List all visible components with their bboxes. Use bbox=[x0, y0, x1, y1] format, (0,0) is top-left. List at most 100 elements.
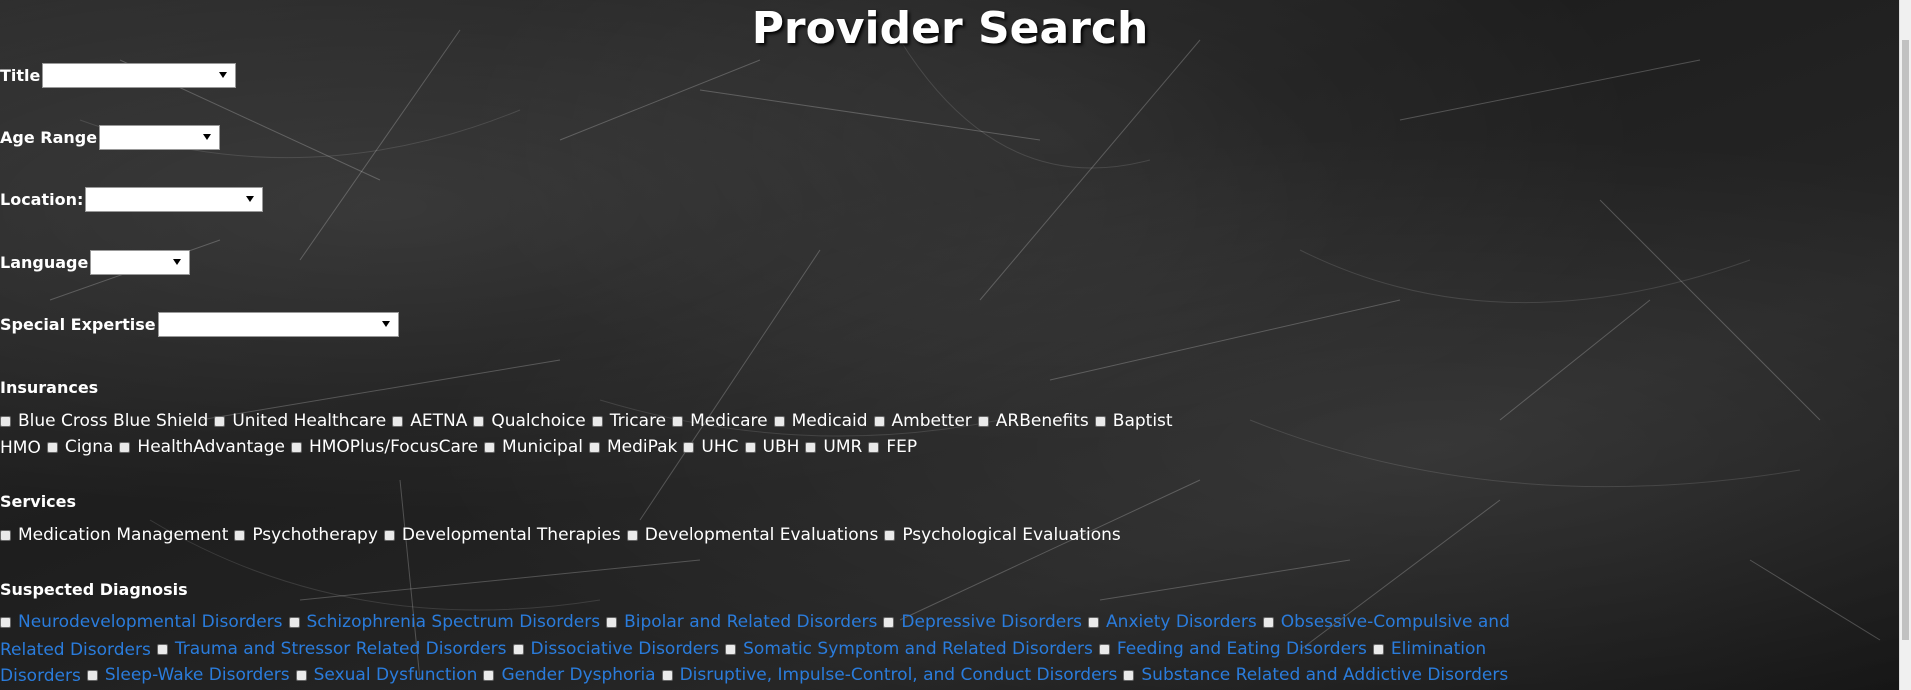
checkbox[interactable] bbox=[883, 616, 895, 628]
checkbox-option[interactable]: Developmental Therapies bbox=[383, 522, 621, 548]
diagnosis-link[interactable]: Feeding and Eating Disorders bbox=[1117, 636, 1367, 662]
special-expertise-select[interactable] bbox=[157, 312, 399, 337]
checkbox[interactable] bbox=[744, 441, 756, 453]
diagnosis-option[interactable]: Disorders bbox=[0, 663, 81, 689]
age-range-select[interactable] bbox=[99, 125, 221, 150]
checkbox-option[interactable]: Ambetter bbox=[873, 408, 972, 434]
checkbox-option[interactable]: Medicare bbox=[672, 408, 768, 434]
diagnosis-option[interactable]: Sleep-Wake Disorders bbox=[86, 662, 290, 688]
diagnosis-link[interactable]: Trauma and Stressor Related Disorders bbox=[175, 636, 507, 662]
diagnosis-option[interactable]: Bipolar and Related Disorders bbox=[606, 609, 877, 635]
checkbox[interactable] bbox=[392, 415, 404, 427]
language-select[interactable] bbox=[90, 250, 191, 275]
checkbox[interactable] bbox=[234, 529, 246, 541]
checkbox[interactable] bbox=[0, 415, 11, 427]
location-select[interactable] bbox=[85, 187, 264, 212]
diagnosis-link[interactable]: Disruptive, Impulse-Control, and Conduct… bbox=[680, 662, 1118, 688]
diagnosis-link[interactable]: Elimination bbox=[1391, 636, 1486, 662]
checkbox[interactable] bbox=[46, 441, 58, 453]
vertical-scrollbar[interactable] bbox=[1899, 0, 1911, 690]
diagnosis-link[interactable]: Dissociative Disorders bbox=[531, 636, 720, 662]
checkbox[interactable] bbox=[1262, 616, 1274, 628]
checkbox[interactable] bbox=[383, 529, 395, 541]
checkbox[interactable] bbox=[1372, 643, 1384, 655]
checkbox[interactable] bbox=[683, 441, 695, 453]
checkbox-option[interactable]: United Healthcare bbox=[214, 408, 386, 434]
diagnosis-link[interactable]: Disorders bbox=[0, 663, 81, 689]
checkbox-option[interactable]: Qualchoice bbox=[473, 408, 586, 434]
diagnosis-link[interactable]: Somatic Symptom and Related Disorders bbox=[743, 636, 1093, 662]
checkbox-option[interactable]: Baptist bbox=[1094, 408, 1173, 434]
checkbox-option[interactable]: Psychological Evaluations bbox=[884, 522, 1121, 548]
checkbox[interactable] bbox=[0, 529, 11, 541]
checkbox[interactable] bbox=[773, 415, 785, 427]
checkbox[interactable] bbox=[295, 669, 307, 681]
checkbox-option[interactable]: MediPak bbox=[589, 434, 677, 460]
diagnosis-option[interactable]: Depressive Disorders bbox=[883, 609, 1082, 635]
checkbox[interactable] bbox=[661, 669, 673, 681]
checkbox[interactable] bbox=[512, 643, 524, 655]
diagnosis-link[interactable]: Anxiety Disorders bbox=[1106, 609, 1257, 635]
diagnosis-option[interactable]: Related Disorders bbox=[0, 637, 151, 663]
checkbox[interactable] bbox=[214, 415, 226, 427]
checkbox[interactable] bbox=[977, 415, 989, 427]
title-select[interactable] bbox=[42, 63, 237, 88]
diagnosis-option[interactable]: Neurodevelopmental Disorders bbox=[0, 609, 283, 635]
checkbox[interactable] bbox=[484, 441, 496, 453]
diagnosis-link[interactable]: Substance Related and Addictive Disorder… bbox=[1141, 662, 1508, 688]
checkbox[interactable] bbox=[1094, 415, 1106, 427]
diagnosis-link[interactable]: Depressive Disorders bbox=[901, 609, 1082, 635]
checkbox-option[interactable]: UMR bbox=[805, 434, 862, 460]
checkbox[interactable] bbox=[0, 616, 11, 628]
checkbox[interactable] bbox=[156, 643, 168, 655]
checkbox[interactable] bbox=[119, 441, 131, 453]
checkbox[interactable] bbox=[589, 441, 600, 453]
checkbox[interactable] bbox=[290, 441, 302, 453]
checkbox[interactable] bbox=[672, 415, 684, 427]
diagnosis-option[interactable]: Gender Dysphoria bbox=[483, 662, 656, 688]
checkbox[interactable] bbox=[725, 643, 737, 655]
diagnosis-option[interactable]: Disruptive, Impulse-Control, and Conduct… bbox=[661, 662, 1118, 688]
checkbox[interactable] bbox=[1123, 669, 1135, 681]
checkbox-option[interactable]: HealthAdvantage bbox=[119, 434, 285, 460]
checkbox[interactable] bbox=[1098, 643, 1110, 655]
checkbox-option[interactable]: UBH bbox=[744, 434, 799, 460]
checkbox-option[interactable]: Blue Cross Blue Shield bbox=[0, 408, 208, 434]
diagnosis-link[interactable]: Bipolar and Related Disorders bbox=[624, 609, 877, 635]
checkbox[interactable] bbox=[1088, 616, 1100, 628]
diagnosis-option[interactable]: Sexual Dysfunction bbox=[295, 662, 478, 688]
checkbox-option[interactable]: Cigna bbox=[46, 434, 113, 460]
checkbox[interactable] bbox=[805, 441, 817, 453]
checkbox[interactable] bbox=[868, 441, 880, 453]
scrollbar-thumb[interactable] bbox=[1902, 40, 1909, 640]
checkbox[interactable] bbox=[591, 415, 603, 427]
checkbox[interactable] bbox=[884, 529, 896, 541]
diagnosis-link[interactable]: Related Disorders bbox=[0, 637, 151, 663]
checkbox-option[interactable]: Medication Management bbox=[0, 522, 228, 548]
diagnosis-link[interactable]: Sexual Dysfunction bbox=[314, 662, 478, 688]
checkbox-option[interactable]: FEP bbox=[868, 434, 917, 460]
checkbox[interactable] bbox=[473, 415, 485, 427]
diagnosis-option[interactable]: Substance Related and Addictive Disorder… bbox=[1123, 662, 1508, 688]
diagnosis-option[interactable]: Elimination bbox=[1372, 636, 1486, 662]
checkbox-option[interactable]: AETNA bbox=[392, 408, 467, 434]
diagnosis-link[interactable]: Schizophrenia Spectrum Disorders bbox=[307, 609, 601, 635]
checkbox[interactable] bbox=[606, 616, 618, 628]
checkbox[interactable] bbox=[626, 529, 638, 541]
diagnosis-link[interactable]: Neurodevelopmental Disorders bbox=[18, 609, 283, 635]
diagnosis-option[interactable]: Dissociative Disorders bbox=[512, 636, 720, 662]
diagnosis-link[interactable]: Obsessive-Compulsive and bbox=[1281, 609, 1510, 635]
checkbox-option[interactable]: HMO bbox=[0, 435, 41, 461]
diagnosis-link[interactable]: Sleep-Wake Disorders bbox=[105, 662, 290, 688]
diagnosis-option[interactable]: Anxiety Disorders bbox=[1088, 609, 1257, 635]
checkbox-option[interactable]: ARBenefits bbox=[977, 408, 1089, 434]
checkbox[interactable] bbox=[873, 415, 885, 427]
checkbox[interactable] bbox=[86, 669, 98, 681]
diagnosis-option[interactable]: Obsessive-Compulsive and bbox=[1262, 609, 1510, 635]
diagnosis-option[interactable]: Trauma and Stressor Related Disorders bbox=[156, 636, 507, 662]
diagnosis-option[interactable]: Schizophrenia Spectrum Disorders bbox=[288, 609, 601, 635]
diagnosis-option[interactable]: Somatic Symptom and Related Disorders bbox=[725, 636, 1093, 662]
checkbox-option[interactable]: Medicaid bbox=[773, 408, 868, 434]
checkbox-option[interactable]: Tricare bbox=[591, 408, 666, 434]
checkbox-option[interactable]: Psychotherapy bbox=[234, 522, 378, 548]
